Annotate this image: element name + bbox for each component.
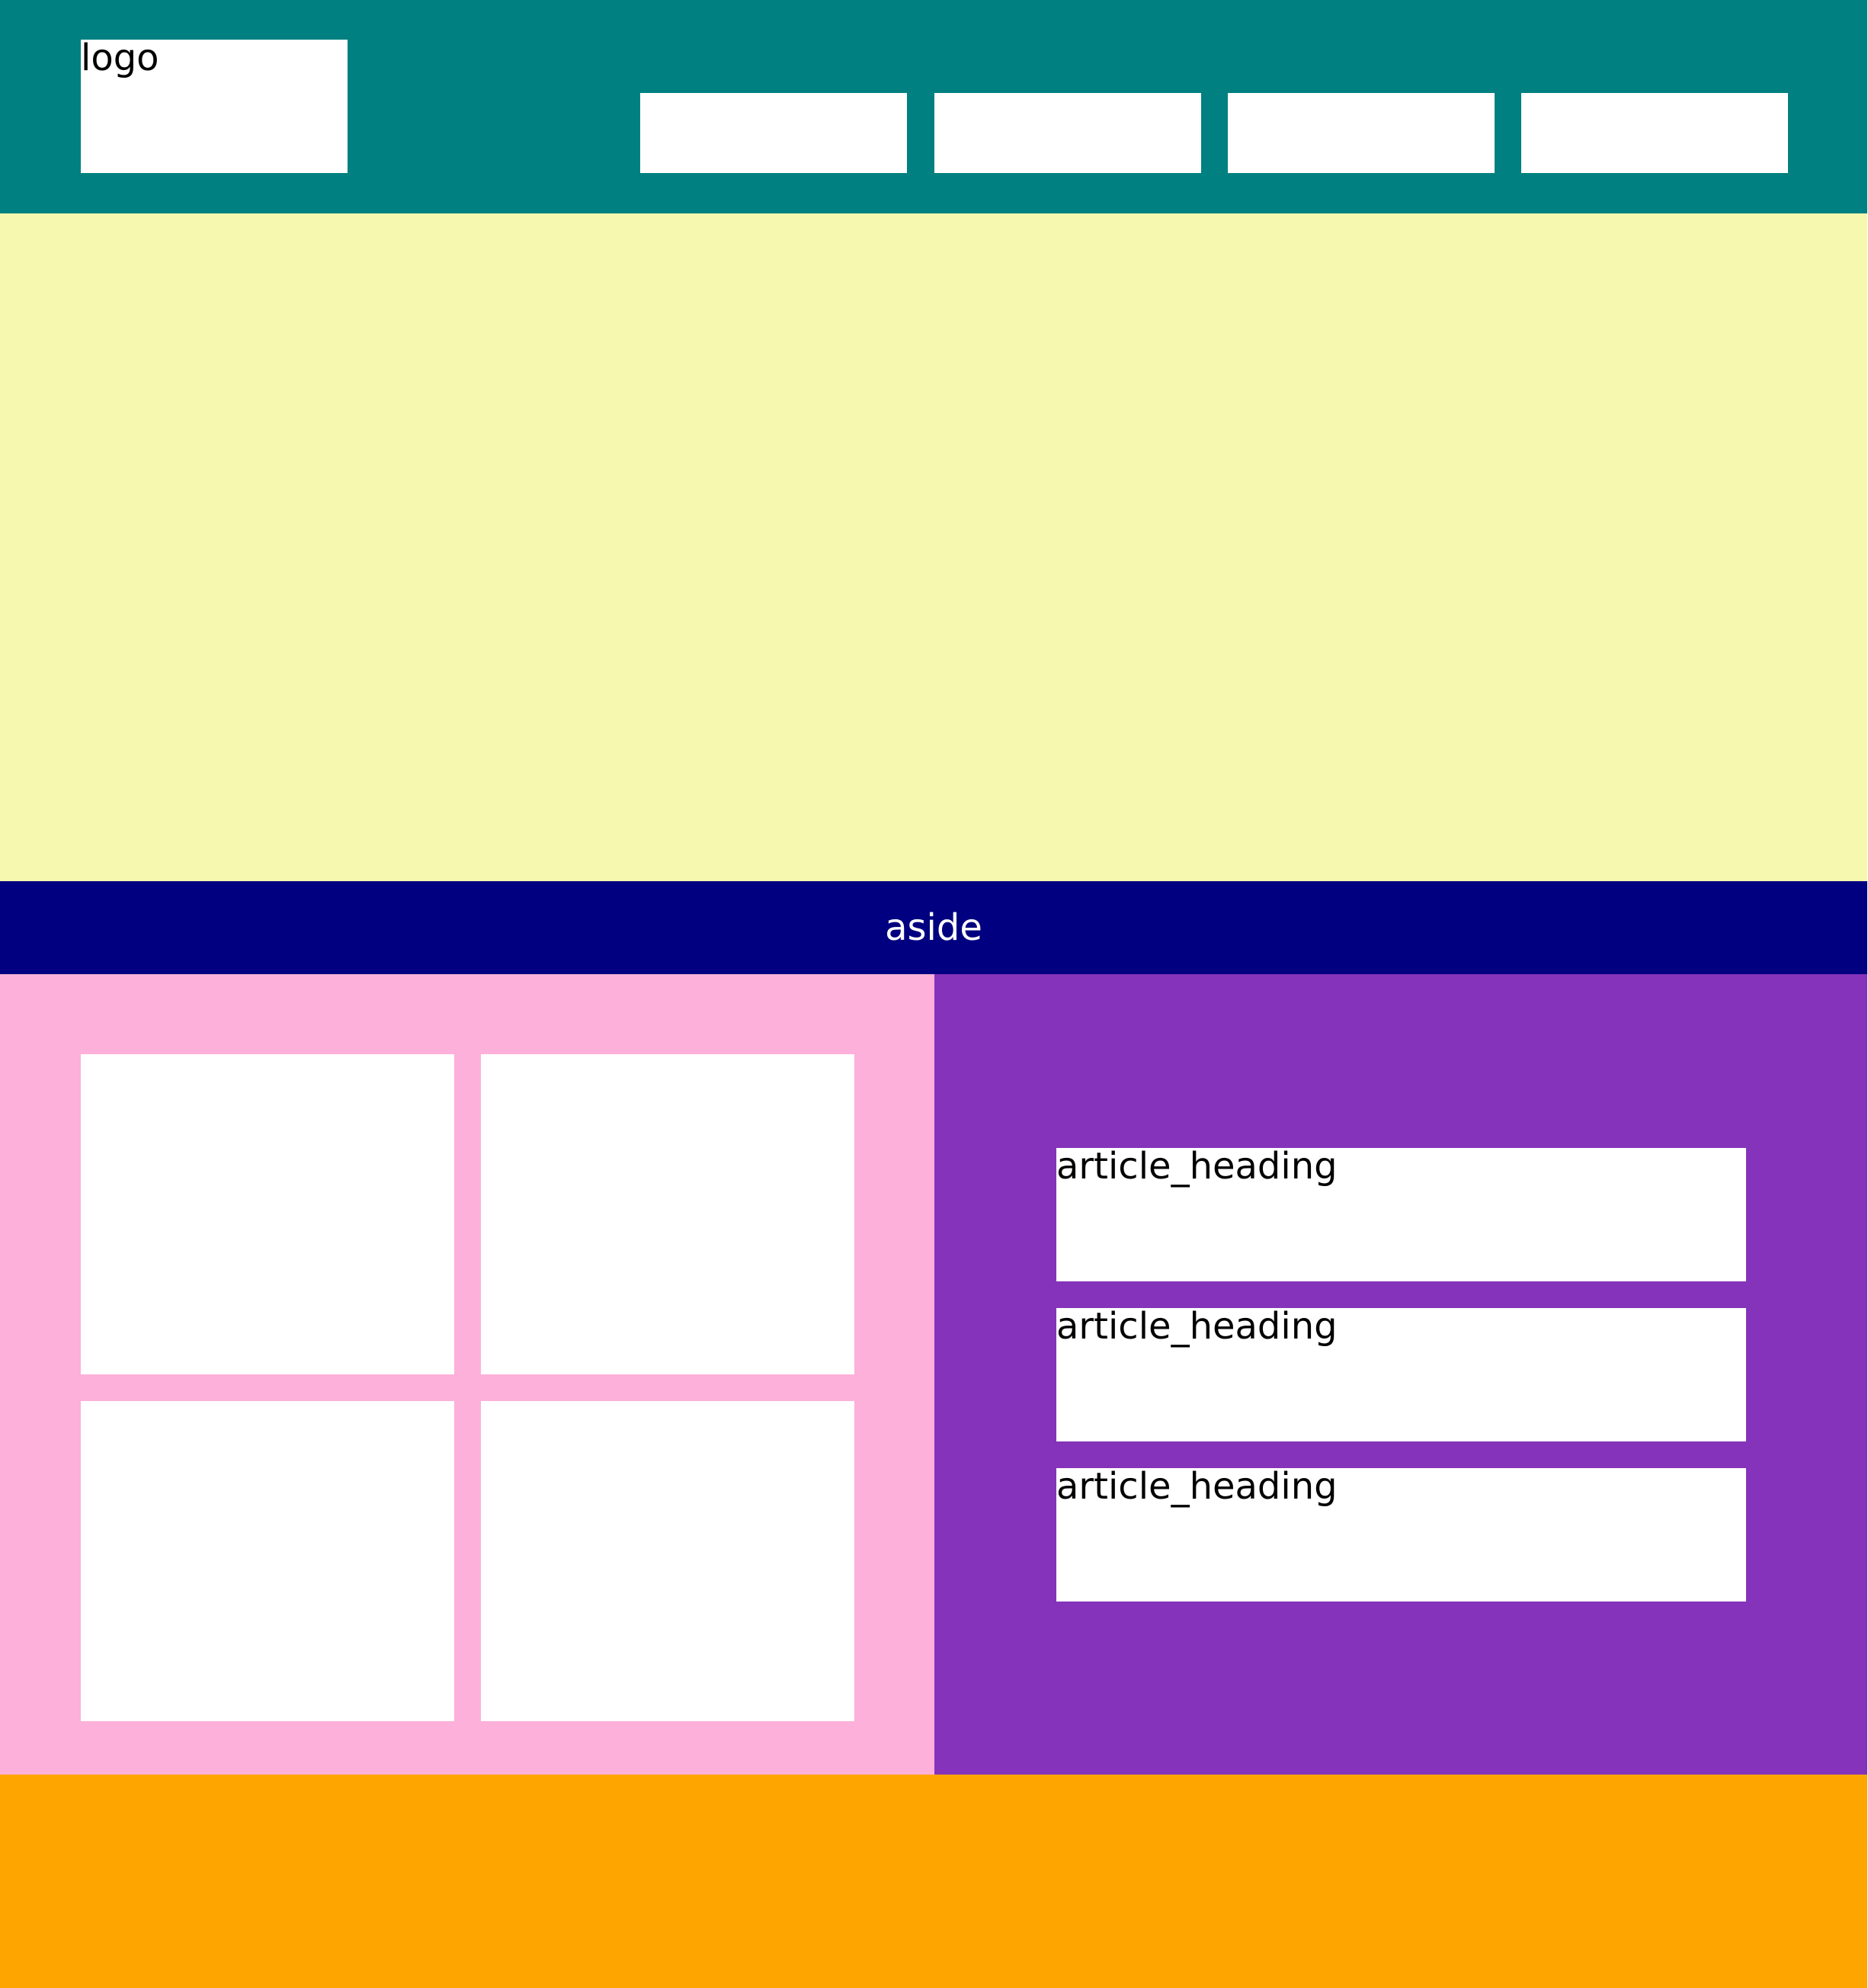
article-heading: article_heading <box>1056 1305 1338 1348</box>
aside-label: aside <box>885 906 982 949</box>
site-header: logo <box>0 0 1867 213</box>
gallery-tile[interactable] <box>481 1401 854 1721</box>
articles-section: article_heading article_heading article_… <box>934 974 1867 1775</box>
article-heading: article_heading <box>1056 1465 1338 1508</box>
gallery-tile[interactable] <box>81 1054 454 1374</box>
logo-label: logo <box>81 37 159 79</box>
article-item[interactable]: article_heading <box>1056 1148 1746 1281</box>
site-footer <box>0 1775 1867 1988</box>
article-heading: article_heading <box>1056 1145 1338 1188</box>
aside-bar: aside <box>0 881 1867 974</box>
article-item[interactable]: article_heading <box>1056 1468 1746 1602</box>
gallery-tile[interactable] <box>81 1401 454 1721</box>
logo[interactable]: logo <box>81 40 348 173</box>
nav-item-4[interactable] <box>1521 93 1788 173</box>
nav-item-1[interactable] <box>640 93 907 173</box>
nav-item-2[interactable] <box>934 93 1201 173</box>
gallery-section <box>0 974 934 1775</box>
article-item[interactable]: article_heading <box>1056 1308 1746 1441</box>
nav-item-3[interactable] <box>1228 93 1495 173</box>
hero-banner <box>0 213 1867 881</box>
gallery-tile[interactable] <box>481 1054 854 1374</box>
